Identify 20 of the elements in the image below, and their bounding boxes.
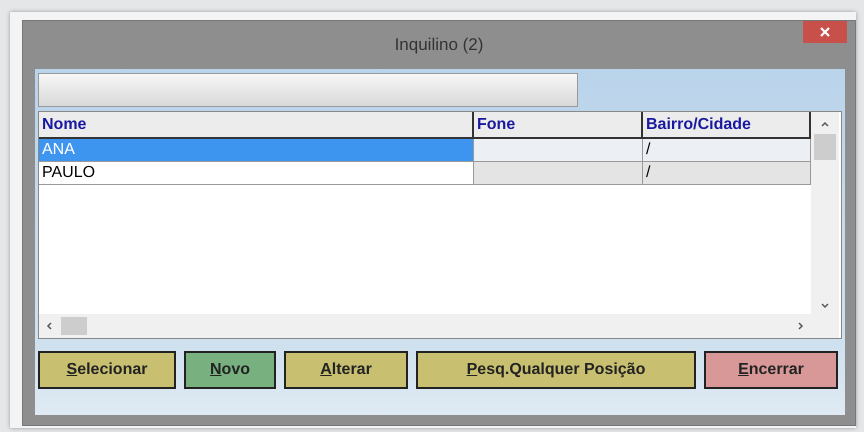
- scroll-thumb[interactable]: [61, 317, 87, 335]
- search-field[interactable]: [38, 73, 578, 107]
- table-cell: ANA: [42, 141, 75, 158]
- action-button[interactable]: Novo: [184, 351, 276, 389]
- table-cell: /: [646, 164, 650, 181]
- window-title: Inquilino (2): [394, 35, 484, 55]
- column-header[interactable]: Nome: [39, 112, 474, 139]
- close-button[interactable]: [803, 21, 847, 43]
- action-button[interactable]: Encerrar: [704, 351, 838, 389]
- column-header[interactable]: Fone: [474, 112, 643, 139]
- close-icon: [819, 26, 831, 38]
- scroll-thumb[interactable]: [814, 134, 836, 160]
- column-header[interactable]: Bairro/Cidade: [643, 112, 811, 139]
- action-button[interactable]: Selecionar: [38, 351, 176, 389]
- horizontal-scrollbar[interactable]: [39, 314, 811, 338]
- action-button[interactable]: Pesq.Qualquer Posição: [416, 351, 696, 389]
- action-button[interactable]: Alterar: [284, 351, 408, 389]
- table-cell: PAULO: [42, 164, 96, 181]
- vertical-scrollbar[interactable]: [811, 112, 839, 338]
- table-cell: /: [646, 141, 650, 158]
